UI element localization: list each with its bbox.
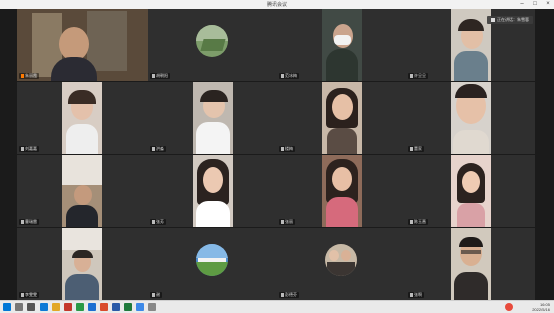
participant-name: 张丽 [279, 219, 295, 225]
participant-name: 胡朝阳 [150, 73, 170, 79]
notification-icon[interactable] [505, 303, 513, 311]
video-tile[interactable]: 张丽 [277, 155, 406, 227]
video-tile[interactable]: 范冰梅 [277, 9, 406, 81]
avatar [325, 244, 357, 276]
participant-name: 张芳 [150, 219, 166, 225]
mic-icon [281, 74, 284, 78]
video-tile[interactable]: 张芳 [148, 155, 277, 227]
video-feed [322, 9, 362, 81]
video-tile[interactable]: 楼梅 [277, 82, 406, 154]
window-titlebar: 腾讯会议 – □ × [0, 0, 554, 9]
participant-name: 楼梅 [279, 146, 295, 152]
file-explorer-icon[interactable] [52, 303, 60, 311]
mic-icon [281, 293, 284, 297]
mic-icon [21, 220, 24, 224]
participant-name: 董家 [408, 146, 424, 152]
video-tile[interactable]: 洪淼 [148, 82, 277, 154]
participant-name: 洪淼 [150, 146, 166, 152]
mic-icon [410, 74, 413, 78]
video-feed [322, 82, 362, 154]
video-tile[interactable]: 陈玉蔷 [406, 155, 535, 227]
mic-icon [281, 220, 284, 224]
maximize-icon[interactable]: □ [529, 0, 541, 9]
speaker-icon [491, 18, 495, 22]
app-icon-blue[interactable] [88, 303, 96, 311]
windows-start-icon[interactable] [3, 303, 11, 311]
participant-name: 张啊 [408, 292, 424, 298]
video-tile[interactable]: 张啊 [406, 228, 535, 300]
taskbar: 16:05 2022/5/16 [0, 300, 554, 313]
video-feed [451, 9, 491, 81]
mic-icon [152, 74, 155, 78]
search-icon[interactable] [15, 303, 23, 311]
participant-name: 彭德芬 [279, 292, 299, 298]
participant-name: 陈玉蔷 [408, 219, 428, 225]
edge-icon[interactable] [40, 303, 48, 311]
mic-icon [21, 147, 24, 151]
mic-icon [21, 74, 24, 78]
avatar [196, 244, 228, 276]
mic-icon [152, 293, 155, 297]
app-icon-green[interactable] [76, 303, 84, 311]
participant-name: 刘嘉嘉 [19, 146, 39, 152]
app-icon-gray[interactable] [148, 303, 156, 311]
app-icon-red[interactable] [64, 303, 72, 311]
mic-icon [152, 220, 155, 224]
clock[interactable]: 16:05 2022/5/16 [532, 302, 550, 312]
video-feed [322, 155, 362, 227]
video-tile[interactable]: 彭德芬 [277, 228, 406, 300]
video-feed [17, 9, 148, 81]
speaking-indicator: 正在讲话：朱雪蓉 [487, 16, 533, 24]
app-icon-excel[interactable] [124, 303, 132, 311]
video-feed [62, 82, 102, 154]
participant-name: 李雯雯 [19, 292, 39, 298]
video-feed [451, 228, 491, 300]
video-tile[interactable]: 胡朝阳 [148, 9, 277, 81]
mic-icon [410, 293, 413, 297]
avatar [196, 25, 228, 57]
participant-name: 谢 [150, 292, 162, 298]
clock-date: 2022/5/16 [532, 307, 550, 312]
minimize-icon[interactable]: – [516, 0, 528, 9]
video-tile[interactable]: 曹瑞雷 [17, 155, 148, 227]
participant-name: 范冰梅 [279, 73, 299, 79]
app-icon-word[interactable] [112, 303, 120, 311]
video-tile[interactable]: 朱丽霞 [17, 9, 148, 81]
video-feed [62, 155, 102, 227]
video-feed [62, 228, 102, 300]
task-view-icon[interactable] [27, 303, 35, 311]
participant-name: 许旦旦 [408, 73, 428, 79]
video-tile[interactable]: 董家 [406, 82, 535, 154]
participant-name: 朱丽霞 [19, 73, 39, 79]
video-tile[interactable]: 刘嘉嘉 [17, 82, 148, 154]
tencent-meeting-icon[interactable] [136, 303, 144, 311]
participant-name: 曹瑞雷 [19, 219, 39, 225]
video-grid: 朱丽霞 胡朝阳 范冰梅 许旦旦 正在讲话：朱雪蓉 刘嘉嘉 洪淼 楼梅 董家 曹瑞… [17, 9, 535, 300]
video-tile[interactable]: 李雯雯 [17, 228, 148, 300]
video-tile[interactable]: 许旦旦 正在讲话：朱雪蓉 [406, 9, 535, 81]
video-tile[interactable]: 谢 [148, 228, 277, 300]
app-icon-orange[interactable] [100, 303, 108, 311]
video-feed [451, 82, 491, 154]
mic-icon [410, 147, 413, 151]
video-feed [193, 82, 233, 154]
mic-icon [21, 293, 24, 297]
mic-icon [410, 220, 413, 224]
window-title: 腾讯会议 [266, 2, 287, 8]
close-icon[interactable]: × [542, 0, 554, 9]
video-feed [193, 155, 233, 227]
mic-icon [281, 147, 284, 151]
video-feed [451, 155, 491, 227]
mic-icon [152, 147, 155, 151]
